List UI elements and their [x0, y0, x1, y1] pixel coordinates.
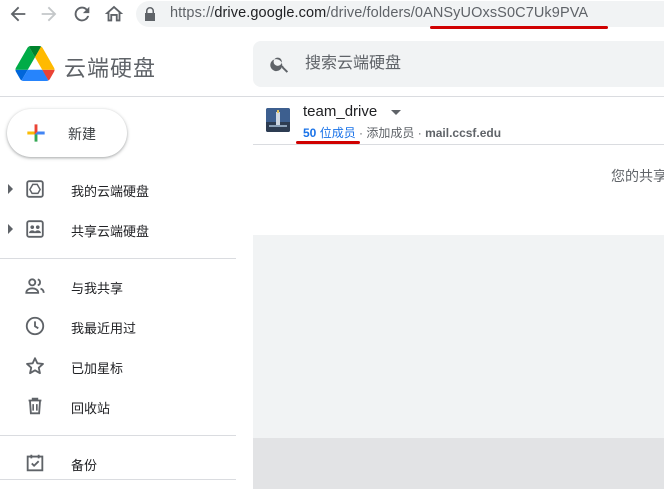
sidebar-divider: [0, 435, 236, 436]
main-divider: [253, 144, 664, 145]
reload-icon[interactable]: [71, 3, 93, 25]
shared-hint-text: 您的共享: [611, 168, 664, 184]
sidebar-item-recent[interactable]: 我最近用过: [0, 306, 240, 346]
url-text: https://drive.google.com/drive/folders/0…: [170, 5, 588, 21]
drive-name[interactable]: team_drive: [303, 103, 377, 120]
backup-icon: [24, 452, 46, 474]
sidebar-item-label: 回收站: [71, 401, 111, 416]
member-count: 50: [303, 126, 317, 140]
sidebar-divider: [0, 258, 236, 259]
sidebar-item-trash[interactable]: 回收站: [0, 386, 240, 426]
sidebar-item-label: 共享云端硬盘: [71, 224, 150, 239]
sidebar-item-label: 与我共享: [71, 281, 124, 296]
annotation-underline-url: [430, 26, 608, 29]
people-icon: [24, 275, 46, 297]
plus-icon: [23, 120, 49, 151]
home-icon[interactable]: [103, 3, 125, 25]
member-count-link[interactable]: 50 位成员: [303, 126, 356, 140]
search-icon[interactable]: [269, 53, 291, 80]
expand-caret-icon[interactable]: [8, 184, 13, 194]
clock-icon: [24, 315, 46, 337]
sidebar-item-starred[interactable]: 已加星标: [0, 346, 240, 386]
search-box[interactable]: [253, 41, 664, 87]
trash-icon: [24, 395, 46, 417]
add-member-link[interactable]: 添加成员: [366, 126, 414, 140]
sidebar-item-shared-with-me[interactable]: 与我共享: [0, 266, 240, 306]
dropdown-arrow-icon[interactable]: [391, 110, 401, 115]
shared-drive-header: team_drive 50 位成员 · 添加成员 · mail.ccsf.edu: [253, 97, 664, 145]
lock-icon: [144, 7, 156, 26]
meta-separator: ·: [414, 126, 426, 140]
new-button[interactable]: 新建: [7, 109, 127, 157]
url-path: /drive/folders/: [326, 5, 415, 21]
sidebar-item-label: 我的云端硬盘: [71, 184, 150, 199]
app-title: 云端硬盘: [64, 56, 157, 81]
sidebar-item-label: 备份: [71, 458, 98, 473]
sidebar-item-shared-drives[interactable]: 共享云端硬盘: [0, 209, 240, 249]
sidebar-item-label: 我最近用过: [71, 321, 137, 336]
expand-caret-icon[interactable]: [8, 224, 13, 234]
search-input[interactable]: [305, 53, 625, 75]
my-drive-icon: [24, 178, 46, 200]
app-header: 云端硬盘: [0, 30, 664, 96]
drive-meta: 50 位成员 · 添加成员 · mail.ccsf.edu: [303, 124, 501, 141]
new-button-label: 新建: [68, 126, 96, 142]
sidebar-item-label: 已加星标: [71, 361, 124, 376]
shared-drives-icon: [24, 218, 46, 240]
empty-state-panel-footer: [253, 438, 664, 489]
meta-separator: ·: [355, 126, 367, 140]
back-arrow-icon[interactable]: [7, 3, 29, 25]
empty-state-panel: [253, 235, 664, 438]
sidebar-item-my-drive[interactable]: 我的云端硬盘: [0, 169, 240, 209]
url-folder-id: 0ANSyUOxsS0C7Uk9PVA: [414, 5, 589, 21]
url-scheme: https://: [170, 5, 215, 21]
address-bar[interactable]: https://drive.google.com/drive/folders/0…: [136, 1, 664, 27]
sidebar-divider: [0, 479, 236, 480]
forward-arrow-icon[interactable]: [38, 3, 60, 25]
sidebar-item-backup[interactable]: 备份: [0, 443, 240, 483]
drive-avatar[interactable]: [266, 108, 290, 132]
star-icon: [24, 355, 46, 377]
url-host: drive.google.com: [214, 5, 327, 21]
member-count-suffix: 位成员: [316, 126, 356, 140]
domain-label: mail.ccsf.edu: [425, 126, 502, 140]
drive-logo-icon[interactable]: [15, 46, 55, 86]
